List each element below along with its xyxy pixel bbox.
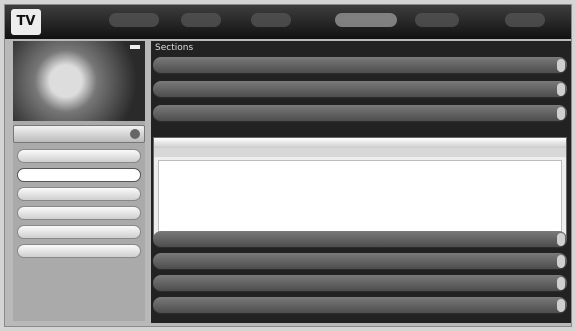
expanded-item-subheader [154, 148, 566, 157]
list-item[interactable] [153, 231, 567, 248]
nav-item-3[interactable] [251, 13, 291, 27]
nav-item-4[interactable] [335, 13, 397, 27]
app-window: TV Sections [4, 4, 572, 327]
video-preview-thumbnail[interactable] [13, 41, 145, 121]
sidebar [13, 41, 145, 321]
nav-item-5[interactable] [415, 13, 459, 27]
sidebar-item[interactable] [17, 225, 141, 239]
expand-handle[interactable] [557, 299, 565, 312]
list-item[interactable] [153, 81, 567, 98]
list-item[interactable] [153, 297, 567, 314]
tv-logo: TV [11, 9, 41, 35]
nav-item-6[interactable] [505, 13, 545, 27]
main-panel: Sections [151, 41, 571, 323]
expanded-item-body [158, 160, 562, 238]
nav-item-1[interactable] [109, 13, 159, 27]
list-item[interactable] [153, 253, 567, 270]
section-title: Sections [155, 43, 194, 53]
nav-item-2[interactable] [181, 13, 221, 27]
top-navigation-bar: TV [5, 5, 571, 39]
expand-handle[interactable] [557, 277, 565, 290]
sidebar-item[interactable] [17, 206, 141, 220]
list-item[interactable] [153, 275, 567, 292]
sidebar-item[interactable] [17, 244, 141, 258]
info-icon[interactable] [130, 129, 140, 139]
list-item[interactable] [153, 57, 567, 74]
expand-handle[interactable] [557, 107, 565, 120]
expanded-item-header [154, 138, 566, 148]
list-item[interactable] [153, 105, 567, 122]
sidebar-item[interactable] [17, 187, 141, 201]
minimize-icon[interactable] [130, 45, 140, 49]
sidebar-item[interactable] [17, 149, 141, 163]
sidebar-item-selected[interactable] [17, 168, 141, 182]
expand-handle[interactable] [557, 83, 565, 96]
expand-handle[interactable] [557, 233, 565, 246]
expanded-list-item[interactable] [153, 137, 567, 241]
expand-handle[interactable] [557, 255, 565, 268]
expand-handle[interactable] [557, 59, 565, 72]
sidebar-header[interactable] [13, 125, 145, 143]
